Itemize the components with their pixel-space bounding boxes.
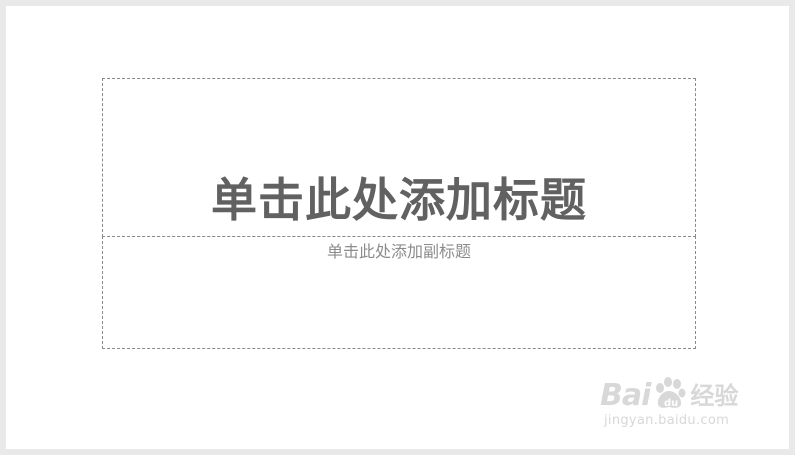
- watermark-url: jingyan.baidu.com: [604, 413, 730, 428]
- watermark-product: 经验: [690, 382, 739, 410]
- title-placeholder[interactable]: 单击此处添加标题: [102, 78, 696, 237]
- presentation-window: 单击此处添加标题 单击此处添加副标题 Bai du 经验 jingyan.bai…: [0, 0, 795, 455]
- svg-text:du: du: [664, 398, 678, 409]
- subtitle-placeholder-text: 单击此处添加副标题: [326, 242, 471, 261]
- title-placeholder-text: 单击此处添加标题: [211, 173, 587, 227]
- subtitle-placeholder[interactable]: 单击此处添加副标题: [102, 236, 696, 349]
- watermark-brand-left: Bai: [600, 378, 651, 413]
- baidu-paw-icon: du: [651, 377, 687, 411]
- baidu-jingyan-watermark: Bai du 经验 jingyan.baidu.com: [600, 375, 750, 435]
